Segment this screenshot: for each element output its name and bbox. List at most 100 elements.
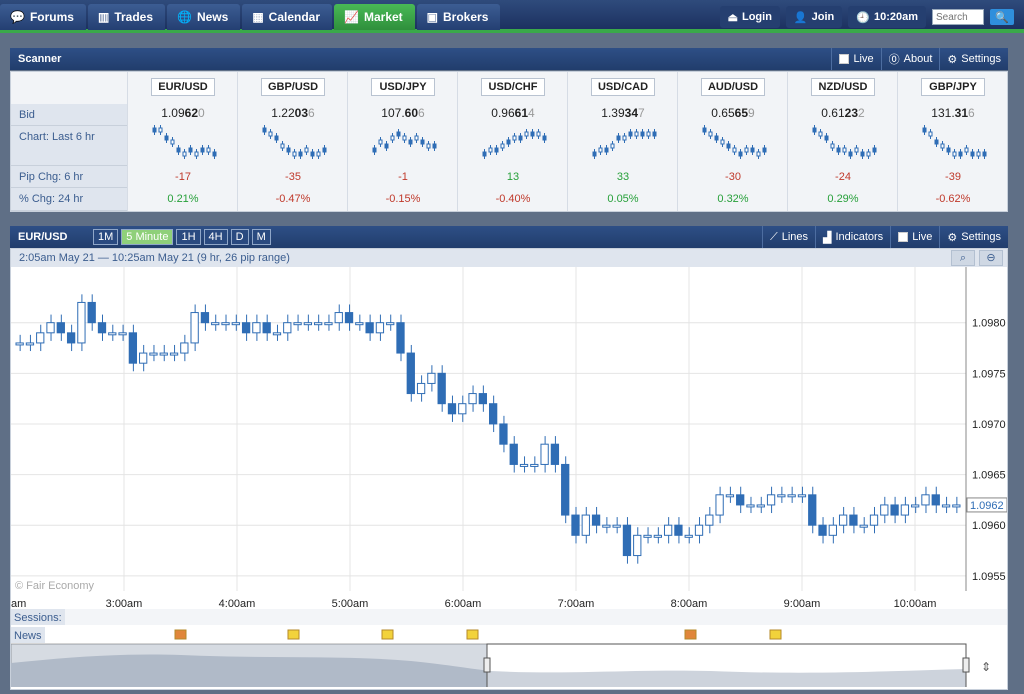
- pip-change: -30: [725, 171, 741, 183]
- pair-name[interactable]: USD/CHF: [481, 78, 545, 96]
- pair-name[interactable]: GBP/USD: [261, 78, 325, 96]
- candle-body: [293, 322, 302, 326]
- login-button[interactable]: ⏏ Login: [719, 6, 780, 28]
- bid-price: 107.606: [381, 106, 425, 120]
- pair-name[interactable]: USD/JPY: [371, 78, 435, 96]
- lines-button[interactable]: ⟋ Lines: [762, 226, 815, 248]
- candle-body: [252, 322, 261, 334]
- mini-candle-body: [628, 131, 633, 137]
- news-event-icon[interactable]: [769, 629, 782, 640]
- y-tick-label: 1.0965: [972, 470, 1006, 482]
- search-input[interactable]: [932, 9, 984, 25]
- candle-body: [303, 322, 313, 326]
- timeframe-5-minute[interactable]: 5 Minute: [121, 229, 174, 245]
- candle-body: [911, 504, 920, 508]
- row-label-pct: % Chg: 24 hr: [11, 188, 127, 211]
- percent-change: 0.29%: [827, 193, 859, 205]
- candle-body: [447, 403, 457, 415]
- tab-brokers[interactable]: ▣ Brokers: [416, 4, 501, 30]
- pair-name[interactable]: EUR/USD: [151, 78, 215, 96]
- mini-candle-body: [842, 147, 847, 153]
- pair-name[interactable]: NZD/USD: [811, 78, 875, 96]
- pip-change: -35: [285, 171, 301, 183]
- indicators-button[interactable]: ▟ Indicators: [815, 226, 890, 248]
- scanner-pair-eur-usd[interactable]: EUR/USD 1.09620 -17 0.21%: [127, 72, 237, 211]
- scanner-about-button[interactable]: ⓪ About: [880, 48, 940, 70]
- scanner-pair-usd-cad[interactable]: USD/CAD 1.39347 33 0.05%: [567, 72, 677, 211]
- join-button[interactable]: 👤 Join: [785, 6, 843, 28]
- candle-body: [139, 352, 148, 364]
- mini-candle-body: [176, 147, 181, 153]
- timeframe-selector: 1M 5 Minute 1H 4H D M: [93, 229, 271, 245]
- scanner-pair-gbp-usd[interactable]: GBP/USD 1.22036 -35 -0.47%: [237, 72, 347, 211]
- timeframe-1h[interactable]: 1H: [176, 229, 201, 245]
- mini-candle-body: [860, 151, 865, 157]
- timeframe-m[interactable]: M: [251, 229, 271, 245]
- candle-body: [128, 332, 138, 364]
- mini-candle-body: [286, 147, 291, 153]
- news-event-icon[interactable]: [466, 629, 479, 640]
- chart-settings-button[interactable]: ⚙ Settings: [939, 226, 1008, 248]
- mini-candle-body: [372, 147, 377, 153]
- tab-calendar[interactable]: ▦ Calendar: [242, 4, 333, 30]
- mini-candle-body: [732, 147, 737, 153]
- pair-name[interactable]: GBP/JPY: [921, 78, 985, 96]
- scanner-live-toggle[interactable]: Live: [831, 48, 880, 70]
- top-nav: 💬 Forums ▥ Trades 🌐 News ▦ Calendar 📈 Market ▣ Brok…: [0, 0, 1024, 33]
- search-button[interactable]: 🔍: [990, 9, 1014, 25]
- mini-chart: [922, 125, 987, 159]
- x-tick-label: 4:00am: [219, 598, 256, 610]
- pair-name[interactable]: AUD/USD: [701, 78, 765, 96]
- tab-news[interactable]: 🌐 News: [167, 4, 241, 30]
- news-event-icon[interactable]: [684, 629, 697, 640]
- navigator-handle[interactable]: [483, 657, 491, 673]
- mini-candle-body: [420, 139, 425, 145]
- candle-body: [519, 463, 529, 467]
- candle-body: [344, 312, 354, 324]
- mini-candle-body: [646, 131, 651, 137]
- scanner-pair-usd-jpy[interactable]: USD/JPY 107.606 -1 -0.15%: [347, 72, 457, 211]
- news-event-icon[interactable]: [381, 629, 394, 640]
- timeframe-1m[interactable]: 1M: [93, 229, 119, 245]
- pair-name[interactable]: USD/CAD: [591, 78, 655, 96]
- timeframe-d[interactable]: D: [230, 229, 249, 245]
- mini-candle-body: [212, 151, 217, 157]
- mini-candle-body: [830, 143, 835, 149]
- scanner-panel: Bid Chart: Last 6 hr Pip Chg: 6 hr % Chg…: [10, 71, 1008, 212]
- mini-candle-body: [726, 143, 731, 149]
- scanner-pair-usd-chf[interactable]: USD/CHF 0.96614 13 -0.40%: [457, 72, 567, 211]
- pip-change: -39: [945, 171, 961, 183]
- scanner-pair-gbp-jpy[interactable]: GBP/JPY 131.316 -39 -0.62%: [897, 72, 1007, 211]
- y-tick-label: 1.0955: [972, 571, 1006, 583]
- scanner-settings-button[interactable]: ⚙ Settings: [939, 48, 1008, 70]
- mini-candle-body: [708, 131, 713, 137]
- chart-live-toggle[interactable]: Live: [890, 226, 939, 248]
- mini-candle-body: [170, 139, 175, 145]
- tab-forums[interactable]: 💬 Forums: [0, 4, 86, 30]
- zoom-out-button[interactable]: ⊖: [979, 250, 1003, 266]
- scanner-pair-nzd-usd[interactable]: NZD/USD 0.61232 -24 0.29%: [787, 72, 897, 211]
- checkbox-icon: [898, 232, 909, 242]
- mini-chart: [372, 129, 437, 155]
- candle-body: [591, 514, 601, 526]
- mini-candle-body: [720, 139, 725, 145]
- candle-body: [705, 514, 714, 526]
- candle-body: [663, 524, 673, 536]
- news-event-icon[interactable]: [174, 629, 187, 640]
- candle-body: [355, 322, 364, 326]
- news-event-icon[interactable]: [287, 629, 300, 640]
- mini-chart: [702, 125, 767, 159]
- navigator-handle[interactable]: [962, 657, 970, 673]
- scanner-pair-aud-usd[interactable]: AUD/USD 0.65659 -30 0.32%: [677, 72, 787, 211]
- timeframe-4h[interactable]: 4H: [203, 229, 228, 245]
- tab-trades[interactable]: ▥ Trades: [87, 4, 166, 30]
- mini-candle-body: [378, 139, 383, 145]
- candle-body: [190, 312, 199, 344]
- mini-candle-body: [262, 127, 267, 133]
- tab-market[interactable]: 📈 Market: [334, 4, 415, 30]
- zoom-in-button[interactable]: ⌕: [951, 250, 975, 266]
- mini-candle-body: [164, 135, 169, 141]
- mini-candle-body: [182, 151, 187, 157]
- mini-candle-body: [268, 131, 273, 137]
- candlestick-chart[interactable]: am 3:00am 4:00am 5:00am 6:00am 7:00am 8:00am 9:…: [11, 267, 1007, 687]
